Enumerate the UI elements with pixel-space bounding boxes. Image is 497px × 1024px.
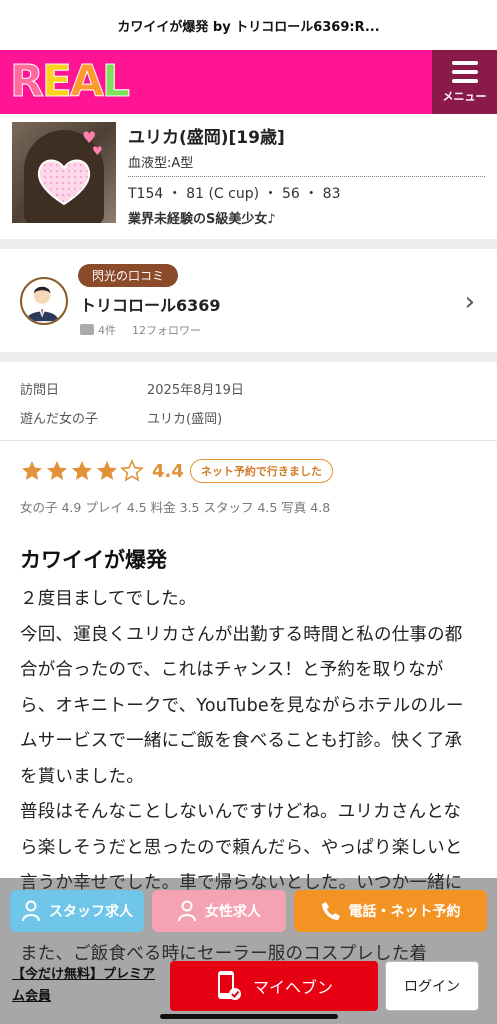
review-paragraph: 今回、運良くユリカさんが出勤する時間と私の仕事の都合が合ったので、これはチャンス… — [20, 624, 464, 787]
page: カワイイが爆発 by トリコロール6369:R... REAL メニュー ♥ ♥ — [0, 0, 497, 1024]
logo-letter: E — [41, 56, 72, 107]
myheaven-button[interactable]: マイヘブン — [170, 961, 378, 1011]
staff-recruit-label: スタッフ求人 — [49, 904, 133, 920]
reviewer-name: トリコロール6369 — [80, 295, 221, 315]
review-paragraph: ２度目ましてでした。 — [20, 589, 197, 609]
reviewer-post-count: 4件 — [98, 323, 116, 337]
logo-letter: R — [10, 56, 45, 107]
star-filled-icon — [22, 461, 42, 480]
man-avatar-icon — [25, 286, 59, 321]
section-gap — [0, 352, 497, 362]
girl-name: ユリカ(盛岡)[19歳] — [128, 128, 285, 148]
reviewer-avatar — [20, 276, 68, 325]
female-recruit-button[interactable]: 女性求人 — [152, 890, 286, 932]
float-buttons: スタッフ求人 女性求人 電話・ネット予約 — [0, 878, 497, 932]
girl-photo[interactable]: ♥ ♥ — [12, 122, 116, 223]
tel-net-reserve-button[interactable]: 電話・ネット予約 — [294, 890, 487, 932]
smartphone-icon — [217, 971, 241, 1000]
visit-girl-label: 遊んだ女の子 — [20, 412, 99, 427]
bottom-row: 【今だけ無料】プレミアム会員 マイヘブン ログイン — [0, 948, 497, 1024]
section-gap — [0, 239, 497, 249]
person-icon — [22, 900, 40, 922]
logo-letter: A — [69, 56, 104, 107]
tel-net-reserve-label: 電話・ネット予約 — [348, 904, 461, 920]
visit-date-label: 訪問日 — [20, 383, 60, 398]
profile-info: ユリカ(盛岡)[19歳] 血液型:A型 T154 ・ 81 (C cup) ・ … — [128, 122, 485, 227]
star-filled-icon — [97, 461, 117, 480]
rating-score: 4.4 — [152, 460, 184, 482]
home-indicator — [160, 1014, 338, 1019]
girl-profile[interactable]: ♥ ♥ ユリカ(盛岡)[19歳] 血液型:A型 T154 ・ 81 (C cup… — [0, 114, 497, 239]
logo-letter: L — [102, 56, 131, 107]
reviewer-followers: 12フォロワー — [132, 323, 201, 337]
premium-link[interactable]: 【今だけ無料】プレミアム会員 — [0, 964, 160, 1008]
review-title: カワイイが爆発 — [20, 548, 167, 572]
hamburger-icon — [451, 60, 478, 83]
visit-girl-value: ユリカ(盛岡) — [147, 412, 223, 427]
real-logo[interactable]: REAL — [10, 50, 131, 114]
star-filled-icon — [47, 461, 67, 480]
heart-sticker-icon — [37, 159, 91, 206]
visit-info: 訪問日 2025年8月19日 遊んだ女の子 ユリカ(盛岡) — [0, 362, 497, 440]
net-reservation-badge: ネット予約で行きました — [189, 459, 333, 483]
ratings: 4.4 ネット予約で行きました 女の子 4.9 プレイ 4.5 料金 3.5 ス… — [0, 441, 497, 524]
star-rating — [20, 459, 144, 483]
small-heart-icon: ♥ — [92, 144, 103, 158]
floating-action-bar: スタッフ求人 女性求人 電話・ネット予約 【今だけ無料】プレミアム会員 マイヘブ… — [0, 878, 497, 1024]
visit-girl-row: 遊んだ女の子 ユリカ(盛岡) — [20, 403, 477, 432]
reviewer-meta: 4件 12フォロワー — [80, 322, 221, 338]
girl-measurements: T154 ・ 81 (C cup) ・ 56 ・ 83 — [128, 186, 341, 202]
overall-rating: 4.4 ネット予約で行きました — [20, 459, 477, 483]
visit-date-row: 訪問日 2025年8月19日 — [20, 374, 477, 403]
menu-label: メニュー — [442, 89, 487, 103]
phone-icon — [321, 902, 340, 920]
star-filled-icon — [72, 461, 92, 480]
reviewer-rank-badge: 閃光の口コミ — [78, 263, 179, 287]
window-title: カワイイが爆発 by トリコロール6369:R... — [0, 0, 497, 50]
myheaven-label: マイヘブン — [252, 978, 333, 997]
visit-date-value: 2025年8月19日 — [147, 383, 244, 398]
comment-icon — [80, 324, 94, 335]
chevron-right-icon: › — [464, 287, 475, 317]
star-empty-icon — [120, 459, 144, 482]
female-recruit-label: 女性求人 — [205, 904, 261, 920]
site-header: REAL メニュー — [0, 50, 497, 114]
reviewer-card[interactable]: 閃光の口コミ トリコロール6369 4件 12フォロワー › — [0, 249, 497, 352]
login-button[interactable]: ログイン — [385, 961, 479, 1011]
reviewer-info: 閃光の口コミ トリコロール6369 4件 12フォロワー — [78, 263, 221, 338]
menu-button[interactable]: メニュー — [432, 50, 497, 114]
girl-blood-type: 血液型:A型 — [128, 152, 485, 177]
staff-recruit-button[interactable]: スタッフ求人 — [10, 890, 144, 932]
girl-catchphrase: 業界未経験のS級美少女♪ — [128, 212, 276, 227]
sub-ratings: 女の子 4.9 プレイ 4.5 料金 3.5 スタッフ 4.5 写真 4.8 — [20, 500, 331, 515]
person-icon — [178, 900, 196, 922]
